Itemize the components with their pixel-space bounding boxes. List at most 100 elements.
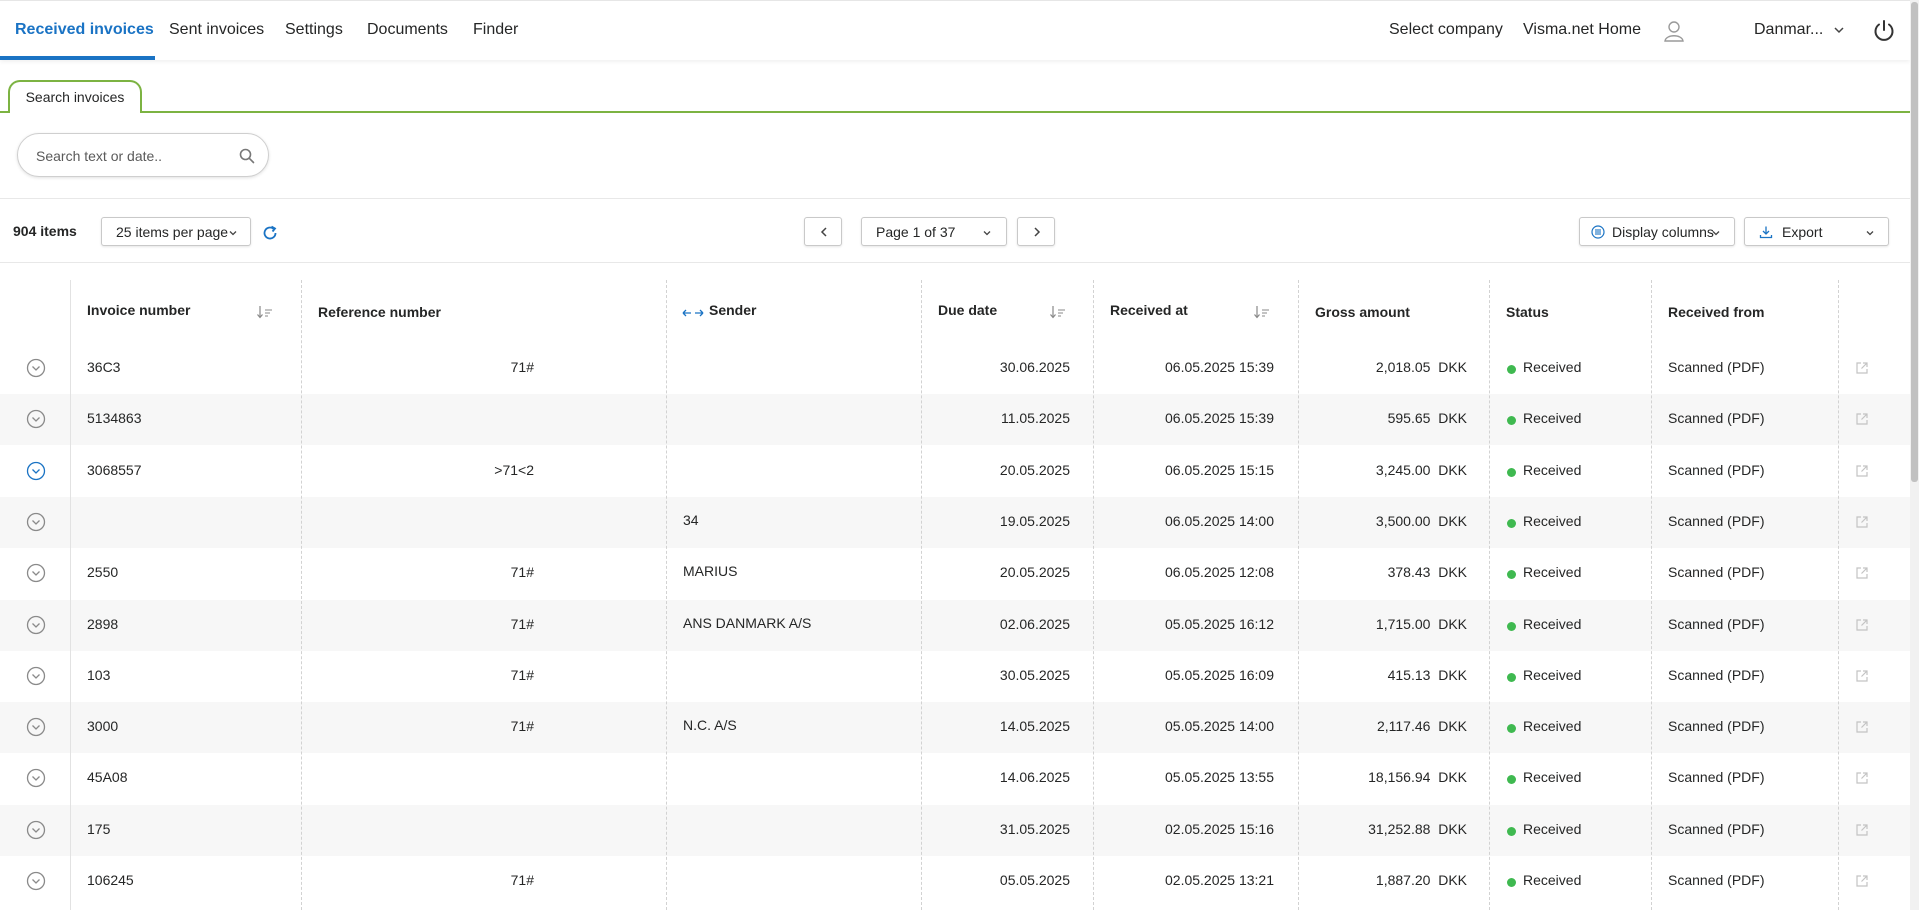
open-external-icon[interactable]: [1855, 823, 1869, 837]
expand-row-icon[interactable]: [26, 717, 46, 737]
received-from: Scanned (PDF): [1668, 512, 1765, 529]
search-icon[interactable]: [238, 147, 256, 165]
nav-sent-invoices[interactable]: Sent invoices: [169, 21, 264, 39]
nav-finder[interactable]: Finder: [473, 21, 518, 39]
items-per-page-select[interactable]: 25 items per page: [101, 217, 251, 246]
sort-icon[interactable]: [256, 304, 274, 320]
sort-icon[interactable]: [1049, 304, 1067, 320]
nav-received-invoices[interactable]: Received invoices: [15, 21, 154, 39]
invoice-number: 106245: [87, 872, 134, 888]
page-select[interactable]: Page 1 of 37: [861, 217, 1007, 246]
table-row[interactable]: 5134863 11.05.2025 06.05.2025 15:39 595.65 …: [0, 394, 1910, 446]
due-date: 20.05.2025: [999, 461, 1070, 478]
power-icon[interactable]: [1872, 19, 1896, 43]
due-date: 20.05.2025: [999, 564, 1070, 581]
expand-row-icon[interactable]: [26, 563, 46, 583]
open-external-icon[interactable]: [1855, 412, 1869, 426]
expand-row-icon[interactable]: [26, 358, 46, 378]
table-row[interactable]: 175 31.05.2025 02.05.2025 15:16 31,252.88 D…: [0, 804, 1910, 856]
table-row[interactable]: 36C3 71# 30.06.2025 06.05.2025 15:39 2,018.0…: [0, 343, 1910, 394]
column-divider: [921, 280, 922, 910]
table-row[interactable]: 3068557 >71<2 20.05.2025 06.05.2025 15:15 3,…: [0, 446, 1910, 497]
sort-icon[interactable]: [1253, 304, 1271, 320]
expand-row-icon[interactable]: [26, 409, 46, 429]
search-input[interactable]: [36, 145, 226, 167]
column-header-reference-number[interactable]: Reference number: [318, 304, 441, 320]
nav-documents[interactable]: Documents: [367, 21, 448, 39]
refresh-icon[interactable]: [261, 224, 279, 242]
column-header-received-from[interactable]: Received from: [1668, 304, 1764, 320]
resize-arrows-icon[interactable]: [682, 307, 704, 319]
expand-row-icon[interactable]: [26, 461, 46, 481]
page-label: Page 1 of 37: [876, 224, 956, 240]
sender: ANS DANMARK A/S: [683, 614, 812, 631]
amount-value: 595.65: [1387, 410, 1431, 427]
open-external-icon[interactable]: [1855, 720, 1869, 734]
gross-amount: 3,245.00 DKK: [1299, 462, 1467, 478]
display-columns-button[interactable]: Display columns: [1579, 217, 1735, 246]
expand-row-icon[interactable]: [26, 768, 46, 788]
received-from: Scanned (PDF): [1668, 564, 1765, 581]
invoice-number: 36C3: [87, 359, 121, 375]
open-external-icon[interactable]: [1855, 464, 1869, 478]
column-header-invoice-number[interactable]: Invoice number: [87, 302, 190, 318]
previous-page-button[interactable]: [804, 217, 842, 246]
table-row[interactable]: 2550 71# MARIUS 20.05.2025 06.05.2025 12:08 3…: [0, 548, 1910, 599]
invoice-number: 3068557: [87, 461, 142, 478]
table-row[interactable]: 2898 71# ANS DANMARK A/S 02.06.2025 05.05.20…: [0, 599, 1910, 651]
open-external-icon[interactable]: [1855, 618, 1869, 632]
table-row[interactable]: 103 71# 30.05.2025 05.05.2025 16:09 415.13 D…: [0, 651, 1910, 702]
received-from: Scanned (PDF): [1668, 718, 1765, 735]
currency: DKK: [1438, 666, 1467, 683]
tab-underline: [0, 111, 1910, 113]
open-external-icon[interactable]: [1855, 566, 1869, 580]
table-row[interactable]: 106245 71# 05.05.2025 02.05.2025 13:21 1,887…: [0, 856, 1910, 907]
scrollbar-thumb[interactable]: [1911, 2, 1918, 482]
column-header-gross-amount[interactable]: Gross amount: [1315, 304, 1410, 320]
received-from: Scanned (PDF): [1668, 666, 1765, 683]
column-header-received-at[interactable]: Received at: [1110, 302, 1188, 318]
received-from: Scanned (PDF): [1668, 615, 1765, 632]
open-external-icon[interactable]: [1855, 515, 1869, 529]
expand-row-icon[interactable]: [26, 512, 46, 532]
amount-value: 378.43: [1387, 564, 1431, 581]
table-row[interactable]: 3000 71# N.C. A/S 14.05.2025 05.05.2025 14:0…: [0, 702, 1910, 754]
column-header-sender[interactable]: Sender: [709, 302, 756, 318]
reference-number: 71#: [510, 615, 534, 632]
expand-row-icon[interactable]: [26, 666, 46, 686]
table-row[interactable]: 45A08 14.06.2025 05.05.2025 13:55 18,156.94…: [0, 753, 1910, 804]
received-at: 06.05.2025 15:39: [1165, 359, 1274, 375]
invoice-number: 3000: [87, 718, 119, 735]
status-text: Received: [1523, 769, 1582, 786]
chevron-down-icon: [1712, 231, 1720, 236]
next-page-button[interactable]: [1017, 217, 1055, 246]
expand-row-icon[interactable]: [26, 871, 46, 891]
table-row[interactable]: 34 19.05.2025 06.05.2025 14:00 3,500.00 DKK…: [0, 496, 1910, 548]
status-text: Received: [1523, 718, 1582, 735]
column-header-status[interactable]: Status: [1506, 304, 1549, 320]
country-selector[interactable]: Danmar...: [1754, 21, 1823, 39]
status-text: Received: [1523, 410, 1582, 427]
expand-row-icon[interactable]: [26, 615, 46, 635]
chevron-down-icon[interactable]: [1832, 23, 1846, 37]
open-external-icon[interactable]: [1855, 669, 1869, 683]
nav-select-company[interactable]: Select company: [1389, 21, 1503, 39]
gross-amount: 3,500.00 DKK: [1299, 513, 1467, 529]
due-date: 14.05.2025: [999, 718, 1070, 735]
tab-search-invoices[interactable]: Search invoices: [8, 80, 142, 113]
export-button[interactable]: Export: [1744, 217, 1889, 246]
received-at: 05.05.2025 16:09: [1165, 666, 1274, 683]
display-columns-label: Display columns: [1612, 224, 1714, 240]
open-external-icon[interactable]: [1855, 771, 1869, 785]
reference-number: 71#: [510, 564, 534, 581]
gross-amount: 415.13 DKK: [1299, 667, 1467, 683]
nav-visma-home[interactable]: Visma.net Home: [1523, 21, 1641, 39]
expand-row-icon[interactable]: [26, 820, 46, 840]
open-external-icon[interactable]: [1855, 361, 1869, 375]
top-navigation: Received invoices Sent invoices Settings…: [0, 0, 1910, 60]
status-indicator: [1507, 826, 1516, 836]
open-external-icon[interactable]: [1855, 874, 1869, 888]
nav-settings[interactable]: Settings: [285, 21, 343, 39]
column-header-due-date[interactable]: Due date: [938, 302, 997, 318]
user-icon[interactable]: [1663, 19, 1685, 43]
